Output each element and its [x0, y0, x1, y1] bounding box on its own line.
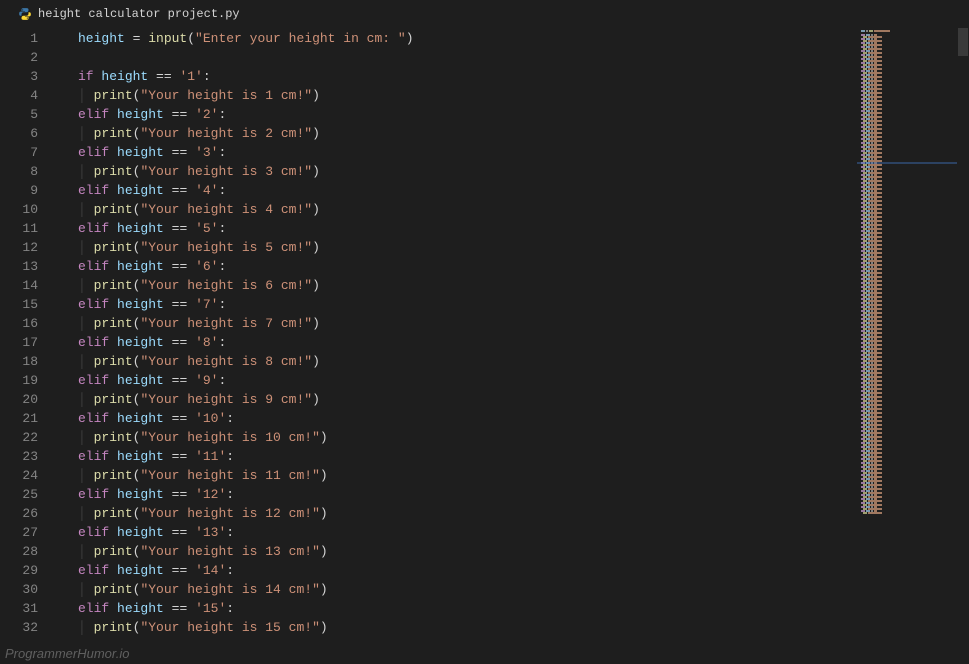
line-number: 15	[0, 295, 38, 314]
line-number: 17	[0, 333, 38, 352]
line-number: 16	[0, 314, 38, 333]
line-number: 14	[0, 276, 38, 295]
code-line[interactable]: │ print("Your height is 14 cm!")	[78, 580, 857, 599]
code-line[interactable]: │ print("Your height is 12 cm!")	[78, 504, 857, 523]
tab-filename: height calculator project.py	[38, 7, 240, 21]
code-line[interactable]: │ print("Your height is 9 cm!")	[78, 390, 857, 409]
line-number: 7	[0, 143, 38, 162]
code-line[interactable]: elif height == '2':	[78, 105, 857, 124]
code-line[interactable]: elif height == '4':	[78, 181, 857, 200]
line-number: 8	[0, 162, 38, 181]
line-number: 32	[0, 618, 38, 637]
line-number: 18	[0, 352, 38, 371]
code-line[interactable]: height = input("Enter your height in cm:…	[78, 29, 857, 48]
line-number: 25	[0, 485, 38, 504]
watermark: ProgrammerHumor.io	[5, 646, 130, 661]
code-line[interactable]: elif height == '12':	[78, 485, 857, 504]
code-line[interactable]: elif height == '8':	[78, 333, 857, 352]
code-line[interactable]: elif height == '9':	[78, 371, 857, 390]
editor: 1234567891011121314151617181920212223242…	[0, 28, 969, 646]
code-line[interactable]: │ print("Your height is 2 cm!")	[78, 124, 857, 143]
line-number: 29	[0, 561, 38, 580]
vertical-scrollbar[interactable]	[957, 28, 969, 646]
code-line[interactable]: │ print("Your height is 11 cm!")	[78, 466, 857, 485]
line-number: 3	[0, 67, 38, 86]
minimap[interactable]	[857, 28, 957, 646]
line-number: 30	[0, 580, 38, 599]
line-number: 5	[0, 105, 38, 124]
code-line[interactable]: │ print("Your height is 13 cm!")	[78, 542, 857, 561]
line-number: 4	[0, 86, 38, 105]
code-line[interactable]: elif height == '15':	[78, 599, 857, 618]
code-line[interactable]: elif height == '14':	[78, 561, 857, 580]
line-number: 31	[0, 599, 38, 618]
line-number: 22	[0, 428, 38, 447]
code-line[interactable]: │ print("Your height is 4 cm!")	[78, 200, 857, 219]
tab-bar: height calculator project.py	[0, 0, 969, 28]
code-line[interactable]: │ print("Your height is 10 cm!")	[78, 428, 857, 447]
code-line[interactable]: elif height == '10':	[78, 409, 857, 428]
code-line[interactable]: elif height == '13':	[78, 523, 857, 542]
code-line[interactable]: │ print("Your height is 6 cm!")	[78, 276, 857, 295]
code-area[interactable]: height = input("Enter your height in cm:…	[56, 28, 857, 646]
line-number: 20	[0, 390, 38, 409]
code-line[interactable]: │ print("Your height is 3 cm!")	[78, 162, 857, 181]
line-number: 10	[0, 200, 38, 219]
scrollbar-thumb[interactable]	[958, 28, 968, 56]
tab-file[interactable]: height calculator project.py	[8, 3, 250, 25]
line-number: 11	[0, 219, 38, 238]
line-number: 12	[0, 238, 38, 257]
line-number: 26	[0, 504, 38, 523]
line-number: 19	[0, 371, 38, 390]
code-line[interactable]	[78, 48, 857, 67]
line-number: 27	[0, 523, 38, 542]
code-line[interactable]: if height == '1':	[78, 67, 857, 86]
code-line[interactable]: │ print("Your height is 5 cm!")	[78, 238, 857, 257]
code-line[interactable]: elif height == '11':	[78, 447, 857, 466]
line-number: 9	[0, 181, 38, 200]
line-number: 1	[0, 29, 38, 48]
code-line[interactable]: │ print("Your height is 1 cm!")	[78, 86, 857, 105]
line-number: 23	[0, 447, 38, 466]
code-line[interactable]: │ print("Your height is 7 cm!")	[78, 314, 857, 333]
code-line[interactable]: elif height == '5':	[78, 219, 857, 238]
line-number: 21	[0, 409, 38, 428]
line-number: 28	[0, 542, 38, 561]
code-line[interactable]: │ print("Your height is 15 cm!")	[78, 618, 857, 637]
line-number: 2	[0, 48, 38, 67]
line-number: 13	[0, 257, 38, 276]
line-number: 24	[0, 466, 38, 485]
python-icon	[18, 7, 32, 21]
code-line[interactable]: elif height == '7':	[78, 295, 857, 314]
code-line[interactable]: │ print("Your height is 8 cm!")	[78, 352, 857, 371]
code-line[interactable]: elif height == '3':	[78, 143, 857, 162]
code-line[interactable]: elif height == '6':	[78, 257, 857, 276]
line-number-gutter: 1234567891011121314151617181920212223242…	[0, 28, 56, 646]
line-number: 6	[0, 124, 38, 143]
